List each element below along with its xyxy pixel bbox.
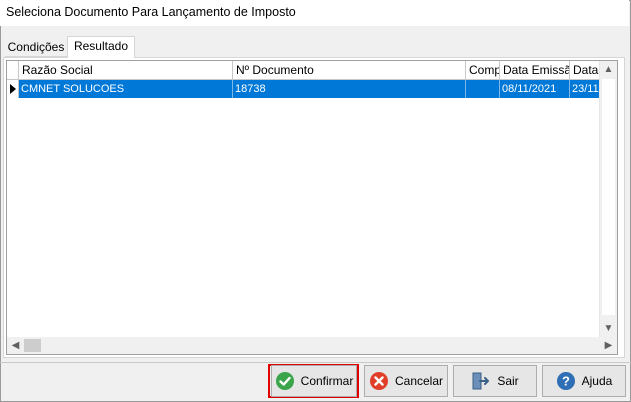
tab-resultado[interactable]: Resultado — [67, 36, 135, 58]
scroll-right-icon[interactable]: ▶ — [600, 337, 617, 354]
horizontal-scrollbar[interactable]: ◀ ▶ — [7, 337, 617, 354]
header-numero-documento[interactable]: Nº Documento — [233, 61, 466, 80]
header-compl[interactable]: Compl — [466, 61, 500, 80]
help-question-icon: ? — [556, 372, 575, 390]
window-title: Seleciona Documento Para Lançamento de I… — [6, 5, 296, 19]
cancel-x-icon — [369, 372, 388, 390]
help-button[interactable]: ? Ajuda — [542, 365, 626, 397]
cell-compl[interactable] — [466, 80, 500, 98]
vertical-scroll-track[interactable] — [602, 79, 615, 315]
title-bar: Seleciona Documento Para Lançamento de I… — [0, 0, 629, 26]
current-row-arrow-icon — [10, 84, 16, 94]
header-razao-social[interactable]: Razão Social — [19, 61, 233, 80]
confirm-button[interactable]: Confirmar — [271, 365, 357, 397]
cell-numero-documento[interactable]: 18738 — [233, 80, 466, 98]
tab-condicoes-label: Condições — [7, 40, 65, 54]
tab-resultado-label: Resultado — [73, 39, 129, 53]
scroll-up-icon[interactable]: ▲ — [600, 61, 617, 78]
scroll-down-icon[interactable]: ▼ — [600, 320, 617, 337]
exit-button-label: Sair — [497, 374, 519, 388]
results-grid: Razão Social Nº Documento Compl Data Emi… — [6, 60, 618, 355]
svg-text:?: ? — [562, 374, 570, 389]
header-data-emissao[interactable]: Data Emissão — [500, 61, 570, 80]
vertical-scrollbar[interactable]: ▲ ▼ — [599, 61, 617, 337]
cell-data-emissao[interactable]: 08/11/2021 — [500, 80, 570, 98]
cell-razao-social[interactable]: CMNET SOLUCOES — [19, 80, 233, 98]
exit-door-icon — [472, 372, 490, 390]
confirm-button-label: Confirmar — [300, 374, 354, 388]
exit-button[interactable]: Sair — [453, 365, 537, 397]
row-indicator — [7, 80, 19, 98]
cancel-button[interactable]: Cancelar — [364, 365, 448, 397]
check-circle-icon — [275, 372, 294, 390]
indicator-header — [7, 61, 19, 80]
footer-divider — [0, 362, 631, 363]
scroll-left-icon[interactable]: ◀ — [7, 337, 24, 354]
help-button-label: Ajuda — [581, 374, 613, 388]
cancel-button-label: Cancelar — [394, 374, 444, 388]
tab-condicoes[interactable]: Condições — [5, 38, 67, 57]
horizontal-scroll-thumb[interactable] — [24, 339, 41, 352]
